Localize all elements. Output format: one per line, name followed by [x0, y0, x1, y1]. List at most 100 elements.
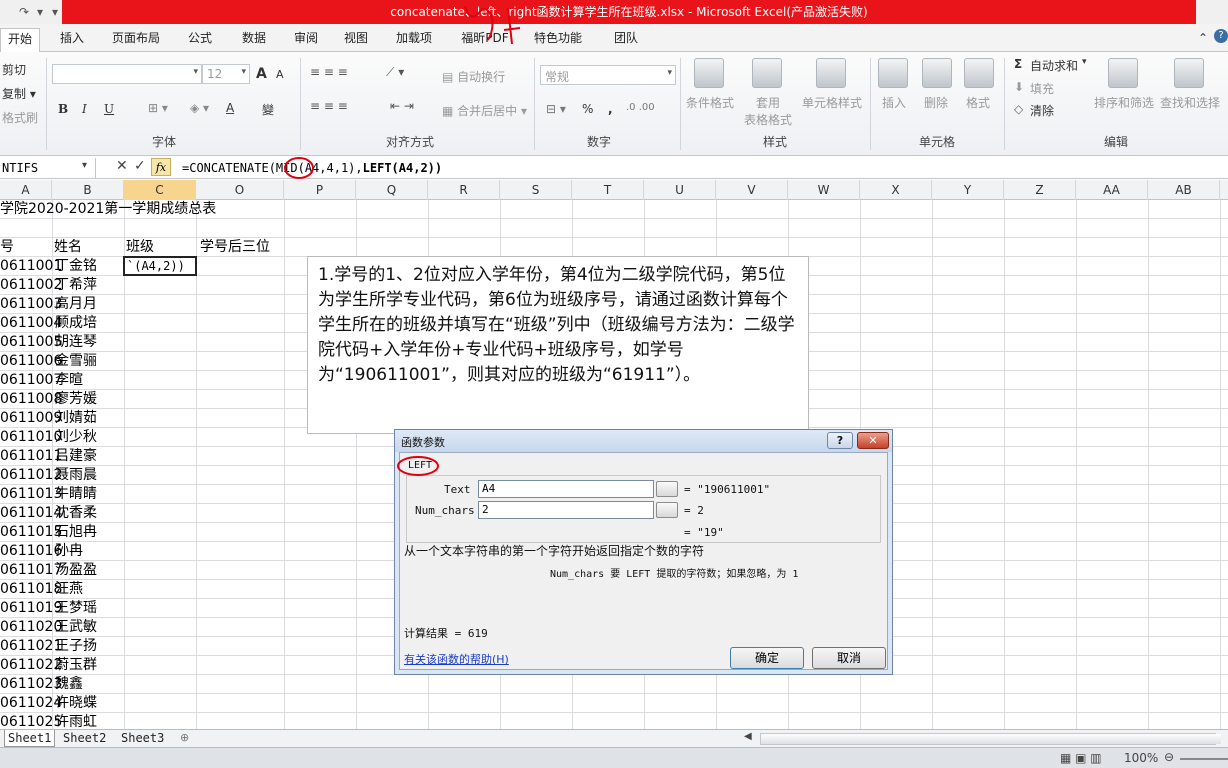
font-color-button[interactable]: A — [226, 101, 234, 115]
student-id-cell[interactable]: 0611018 — [0, 580, 62, 599]
active-cell[interactable]: `(A4,2)) — [123, 256, 197, 276]
help-icon[interactable]: ? — [1214, 29, 1228, 43]
column-header-a[interactable]: A — [0, 180, 52, 200]
ok-button[interactable]: 确定 — [730, 647, 804, 669]
sheet-tab-1[interactable]: Sheet1 — [4, 730, 56, 747]
student-id-cell[interactable]: 0611008 — [0, 390, 62, 409]
sheet-tab-2[interactable]: Sheet2 — [60, 730, 109, 747]
student-name-cell[interactable]: 顾成培 — [55, 314, 97, 333]
student-name-cell[interactable]: 李暄 — [55, 371, 83, 390]
tab-foxit-pdf[interactable]: 福昕PDF — [454, 28, 516, 52]
student-name-cell[interactable]: 廖芳媛 — [55, 390, 97, 409]
student-id-cell[interactable]: 0611014 — [0, 504, 62, 523]
student-id-cell[interactable]: 0611024 — [0, 694, 62, 713]
student-name-cell[interactable]: 聂雨晨 — [55, 466, 97, 485]
grow-font-button[interactable]: A — [256, 66, 267, 82]
font-size-select[interactable]: 12 ▾ — [202, 64, 250, 84]
student-id-cell[interactable]: 0611001 — [0, 257, 62, 276]
student-name-cell[interactable]: 王子扬 — [55, 637, 97, 656]
student-id-cell[interactable]: 0611003 — [0, 295, 62, 314]
tab-page-layout[interactable]: 页面布局 — [104, 28, 168, 52]
student-id-cell[interactable]: 0611013 — [0, 485, 62, 504]
format-cells-icon[interactable] — [964, 58, 994, 88]
column-header-o[interactable]: O — [196, 180, 284, 200]
qat-dropdown-icon[interactable]: ▾ — [34, 3, 46, 21]
text-arg-input[interactable]: A4 — [478, 480, 654, 498]
student-name-cell[interactable]: 刘少秋 — [55, 428, 97, 447]
horizontal-scrollbar[interactable] — [760, 733, 1221, 745]
zoom-out-icon[interactable]: ⊖ — [1164, 750, 1174, 764]
student-id-cell[interactable]: 0611010 — [0, 428, 62, 447]
column-header-s[interactable]: S — [500, 180, 572, 200]
conditional-format-button[interactable]: 条件格式 — [686, 94, 734, 111]
column-header-ab[interactable]: AB — [1148, 180, 1220, 200]
student-id-cell[interactable]: 0611021 — [0, 637, 62, 656]
student-id-cell[interactable]: 0611022 — [0, 656, 62, 675]
delete-cells-button[interactable]: 删除 — [924, 94, 948, 111]
dialog-close-button[interactable]: ✕ — [857, 432, 889, 449]
format-as-table-button[interactable]: 套用 表格格式 — [740, 94, 796, 128]
student-name-cell[interactable]: 吕建豪 — [55, 447, 97, 466]
name-box-dropdown-icon[interactable]: ▾ — [82, 160, 87, 171]
delete-cells-icon[interactable] — [922, 58, 952, 88]
student-name-cell[interactable]: 魏鑫 — [55, 675, 83, 694]
confirm-entry-icon[interactable]: ✓ — [134, 158, 146, 174]
column-header-w[interactable]: W — [788, 180, 860, 200]
student-name-cell[interactable]: 丁金铭 — [55, 257, 97, 276]
comma-button[interactable]: , — [608, 102, 613, 116]
column-header-q[interactable]: Q — [356, 180, 428, 200]
student-id-cell[interactable]: 0611016 — [0, 542, 62, 561]
student-name-cell[interactable]: 金雪骊 — [55, 352, 97, 371]
format-cells-button[interactable]: 格式 — [966, 94, 990, 111]
insert-cells-icon[interactable] — [878, 58, 908, 88]
student-name-cell[interactable]: 王武敏 — [55, 618, 97, 637]
student-id-cell[interactable]: 0611023 — [0, 675, 62, 694]
scroll-left-icon[interactable]: ◀ — [744, 731, 752, 742]
student-name-cell[interactable]: 沈香柔 — [55, 504, 97, 523]
phonetic-button[interactable]: 變 — [262, 101, 274, 118]
cell-styles-button[interactable]: 单元格样式 — [802, 94, 862, 111]
header-cell-name[interactable]: 姓名 — [54, 238, 82, 257]
zoom-level[interactable]: 100% — [1124, 751, 1158, 765]
indent-icon[interactable]: ⇤ ⇥ — [390, 99, 414, 113]
column-header-x[interactable]: X — [860, 180, 932, 200]
wrap-text-button[interactable]: ▤ 自动换行 — [442, 68, 505, 85]
number-format-select[interactable]: 常规 ▾ — [540, 65, 676, 85]
qat-customize-icon[interactable]: ▾ — [50, 3, 60, 21]
column-header-v[interactable]: V — [716, 180, 788, 200]
student-name-cell[interactable]: 汪燕 — [55, 580, 83, 599]
sheet-title-cell[interactable]: 学院2020-2021第一学期成绩总表 — [0, 200, 216, 219]
zoom-slider[interactable] — [1180, 758, 1228, 760]
student-id-cell[interactable]: 0611009 — [0, 409, 62, 428]
underline-button[interactable]: U — [104, 102, 114, 116]
student-name-cell[interactable]: 王梦瑶 — [55, 599, 97, 618]
find-select-button[interactable]: 查找和选择 — [1160, 94, 1220, 111]
tab-team[interactable]: 团队 — [604, 28, 648, 52]
sheet-tab-3[interactable]: Sheet3 — [118, 730, 167, 747]
tab-addins[interactable]: 加载项 — [388, 28, 440, 52]
column-header-c[interactable]: C — [124, 180, 196, 200]
student-id-cell[interactable]: 0611005 — [0, 333, 62, 352]
collapse-dialog-icon[interactable] — [656, 502, 678, 518]
student-name-cell[interactable]: 丁希萍 — [55, 276, 97, 295]
tab-special[interactable]: 特色功能 — [526, 28, 590, 52]
student-name-cell[interactable]: 许晓蝶 — [55, 694, 97, 713]
autosum-button[interactable]: 自动求和 — [1030, 57, 1078, 74]
function-help-link[interactable]: 有关该函数的帮助(H) — [404, 651, 509, 667]
tab-view[interactable]: 视图 — [334, 28, 378, 52]
header-cell-id[interactable]: 号 — [0, 238, 14, 257]
student-id-cell[interactable]: 0611019 — [0, 599, 62, 618]
header-cell-class[interactable]: 班级 — [126, 238, 154, 257]
bold-button[interactable]: B — [58, 102, 68, 116]
currency-icon[interactable]: ⊟ ▾ — [546, 102, 566, 116]
collapse-dialog-icon[interactable] — [656, 481, 678, 497]
column-header-p[interactable]: P — [284, 180, 356, 200]
formula-input[interactable]: =CONCATENATE(MID(A4,4,1),LEFT(A4,2)) — [182, 158, 442, 178]
student-id-cell[interactable]: 0611006 — [0, 352, 62, 371]
insert-function-button[interactable]: fx — [151, 158, 171, 176]
ribbon-minimize-icon[interactable]: ⌃ — [1196, 29, 1210, 47]
align-left-icon[interactable]: ≡ ≡ ≡ — [310, 99, 348, 113]
cancel-entry-icon[interactable]: ✕ — [116, 158, 128, 174]
tab-review[interactable]: 审阅 — [284, 28, 328, 52]
sort-filter-button[interactable]: 排序和筛选 — [1094, 94, 1154, 111]
